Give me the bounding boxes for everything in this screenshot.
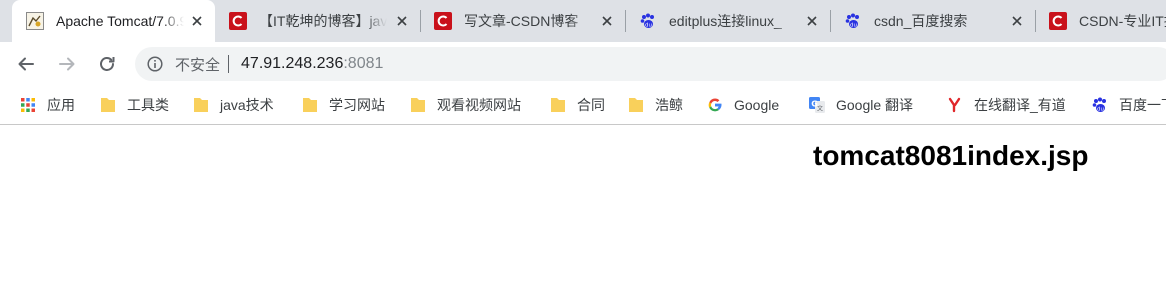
close-tab-icon[interactable] bbox=[1009, 13, 1025, 29]
bookmark-label: java技术 bbox=[220, 97, 274, 113]
tab-itqiankun-blog[interactable]: 【IT乾坤的博客】java bbox=[215, 0, 420, 42]
back-arrow-icon[interactable] bbox=[14, 52, 38, 76]
folder-icon bbox=[301, 96, 319, 114]
bookmark-label: 浩鲸 bbox=[655, 97, 683, 113]
bookmark-label: 工具类 bbox=[127, 97, 169, 113]
omnibox-divider bbox=[228, 55, 230, 73]
info-icon[interactable] bbox=[146, 55, 164, 73]
security-status-text[interactable]: 不安全 bbox=[175, 54, 220, 75]
tomcat-icon bbox=[26, 12, 44, 30]
bookmark-label: Google bbox=[734, 97, 780, 113]
close-tab-icon[interactable] bbox=[394, 13, 410, 29]
tab-title: CSDN-专业IT技术社区 bbox=[1079, 13, 1166, 29]
bookmark-baidu[interactable]: du 百度一下 bbox=[1091, 95, 1166, 115]
baidu-paw-icon: du bbox=[844, 12, 862, 30]
google-icon bbox=[706, 96, 724, 114]
bookmarks-bar: 应用 工具类 java技术 学习网站 观看视频网站 合同 浩鲸 Google G… bbox=[0, 87, 1166, 125]
google-translate-icon: G文 bbox=[808, 96, 826, 114]
bookmark-label: Google 翻译 bbox=[836, 97, 914, 113]
bookmark-apps[interactable]: 应用 bbox=[19, 95, 75, 115]
page-heading: tomcat8081index.jsp bbox=[813, 140, 1089, 171]
bookmark-folder-study-sites[interactable]: 学习网站 bbox=[301, 95, 385, 115]
tab-csdn-it-community[interactable]: CSDN-专业IT技术社区 bbox=[1035, 0, 1166, 42]
reload-icon[interactable] bbox=[95, 52, 119, 76]
tab-strip: Apache Tomcat/7.0.94 【IT乾坤的博客】java 写文章-C… bbox=[0, 0, 1166, 42]
tab-apache-tomcat[interactable]: Apache Tomcat/7.0.94 bbox=[12, 0, 215, 42]
browser-toolbar: 不安全 47.91.248.236:8081 bbox=[0, 42, 1166, 87]
forward-arrow-icon[interactable] bbox=[55, 52, 79, 76]
bookmark-folder-contract[interactable]: 合同 bbox=[549, 95, 605, 115]
tab-title: Apache Tomcat/7.0.94 bbox=[56, 13, 184, 29]
bookmark-google-translate[interactable]: G文 Google 翻译 bbox=[808, 95, 913, 115]
svg-text:du: du bbox=[1097, 107, 1104, 113]
folder-icon bbox=[99, 96, 117, 114]
close-tab-icon[interactable] bbox=[599, 13, 615, 29]
apps-grid-icon bbox=[19, 96, 37, 114]
youdao-icon bbox=[946, 96, 964, 114]
bookmark-label: 学习网站 bbox=[329, 97, 385, 113]
bookmark-label: 观看视频网站 bbox=[437, 97, 521, 113]
folder-icon bbox=[409, 96, 427, 114]
tab-editplus-linux[interactable]: du editplus连接linux_ bbox=[625, 0, 830, 42]
svg-text:文: 文 bbox=[817, 105, 823, 113]
folder-icon bbox=[627, 96, 645, 114]
url-text[interactable]: 47.91.248.236:8081 bbox=[241, 55, 383, 73]
folder-icon bbox=[549, 96, 567, 114]
bookmark-label: 合同 bbox=[577, 97, 605, 113]
svg-text:du: du bbox=[850, 23, 857, 29]
bookmark-label: 应用 bbox=[47, 97, 75, 113]
baidu-paw-icon: du bbox=[639, 12, 657, 30]
address-bar[interactable]: 不安全 47.91.248.236:8081 bbox=[135, 47, 1166, 81]
svg-text:du: du bbox=[645, 23, 652, 29]
bookmark-folder-haojing[interactable]: 浩鲸 bbox=[627, 95, 683, 115]
tab-title: editplus连接linux_ bbox=[669, 13, 782, 29]
tab-title: csdn_百度搜索 bbox=[874, 13, 968, 29]
folder-icon bbox=[192, 96, 210, 114]
csdn-icon bbox=[229, 12, 247, 30]
bookmark-folder-tools[interactable]: 工具类 bbox=[99, 95, 169, 115]
bookmark-folder-video-sites[interactable]: 观看视频网站 bbox=[409, 95, 521, 115]
url-host: 47.91.248.236 bbox=[241, 55, 344, 72]
tab-title: 【IT乾坤的博客】java bbox=[259, 13, 387, 29]
url-port: :8081 bbox=[343, 55, 384, 72]
tab-write-article-csdn[interactable]: 写文章-CSDN博客 bbox=[420, 0, 625, 42]
baidu-paw-icon: du bbox=[1091, 96, 1109, 114]
tab-title: 写文章-CSDN博客 bbox=[464, 13, 579, 29]
csdn-icon bbox=[1049, 12, 1067, 30]
bookmark-folder-java[interactable]: java技术 bbox=[192, 95, 274, 115]
tab-csdn-baidu-search[interactable]: du csdn_百度搜索 bbox=[830, 0, 1035, 42]
bookmark-google[interactable]: Google bbox=[706, 95, 779, 115]
bookmark-label: 百度一下 bbox=[1119, 97, 1166, 113]
csdn-icon bbox=[434, 12, 452, 30]
bookmark-label: 在线翻译_有道 bbox=[974, 97, 1066, 113]
bookmark-youdao-translate[interactable]: 在线翻译_有道 bbox=[946, 95, 1066, 115]
close-tab-icon[interactable] bbox=[804, 13, 820, 29]
close-tab-icon[interactable] bbox=[189, 13, 205, 29]
